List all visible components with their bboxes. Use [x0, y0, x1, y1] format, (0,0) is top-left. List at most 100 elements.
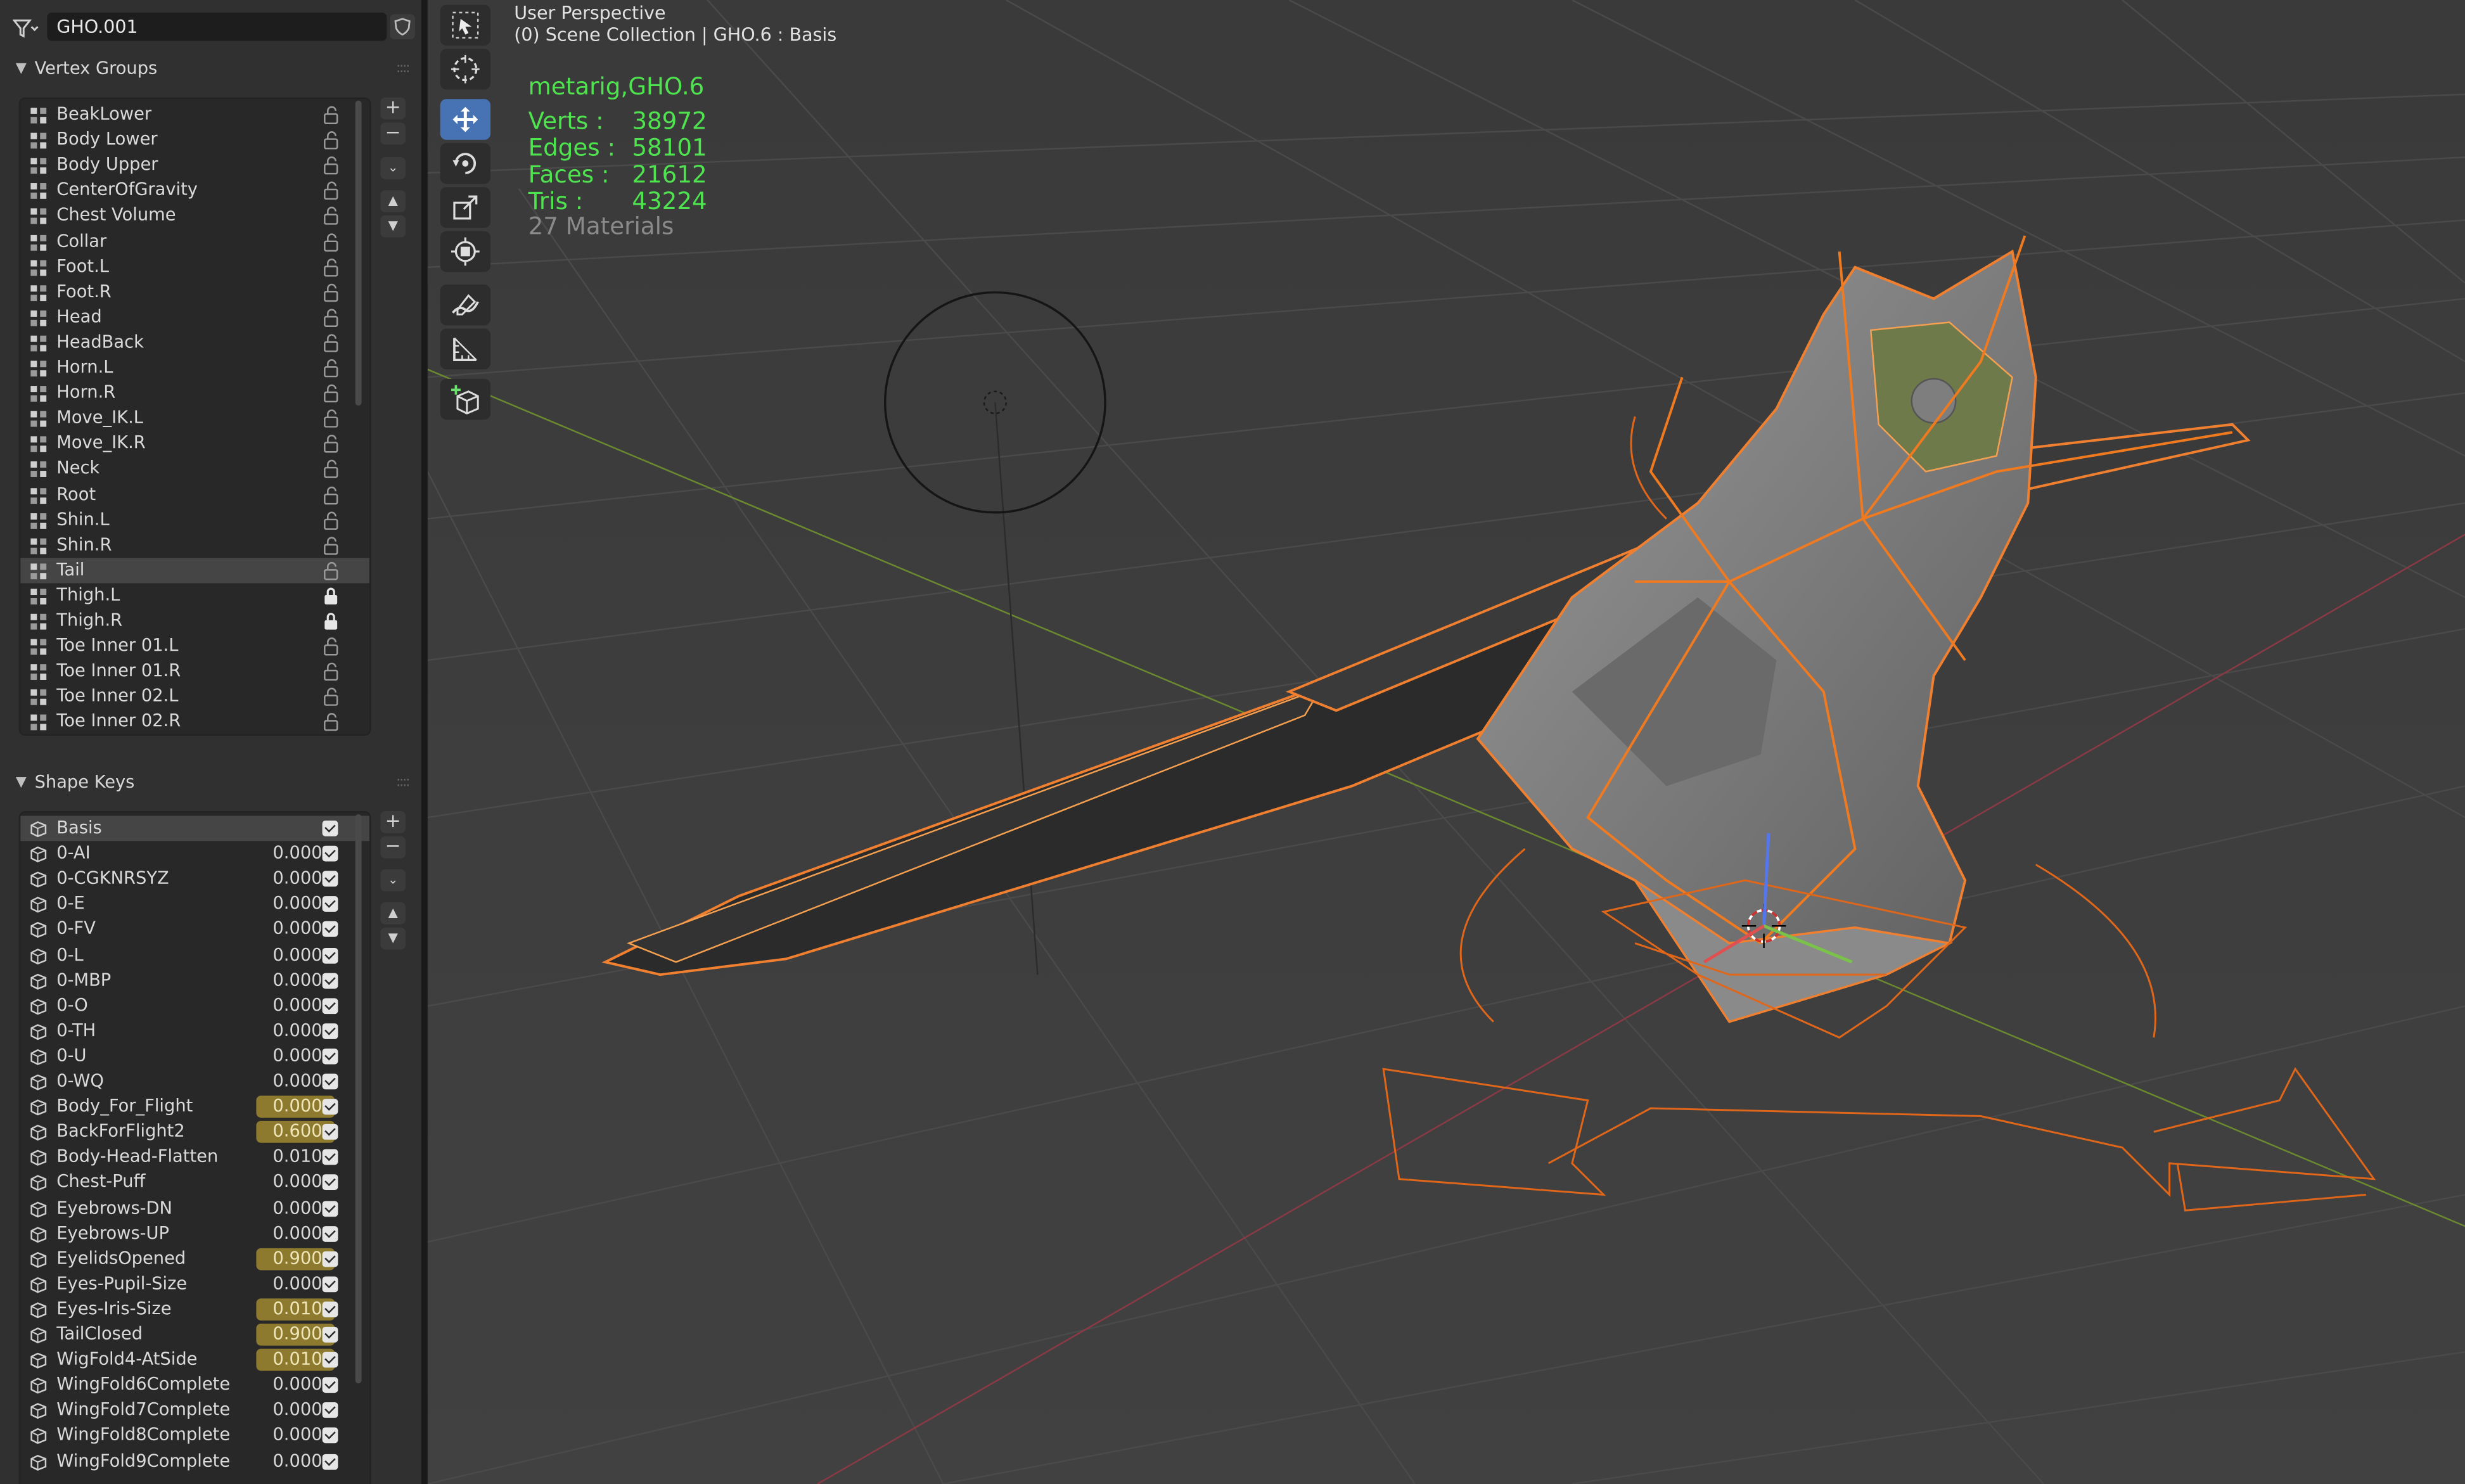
lock-open-icon[interactable]	[323, 561, 340, 580]
transform-tool[interactable]	[440, 231, 491, 272]
shape-key-enabled-checkbox[interactable]	[322, 1276, 338, 1292]
move-tool[interactable]	[440, 99, 491, 140]
vertex-group-row[interactable]: Chest Volume	[20, 203, 369, 229]
fake-user-button[interactable]	[390, 14, 415, 40]
lock-open-icon[interactable]	[323, 232, 340, 251]
shape-keys-list[interactable]: Basis 0-AI 0.000 0-CGKNRSYZ 0.000 0-E 0.000 0-F…	[18, 811, 371, 1484]
shape-key-row[interactable]: Eyes-Iris-Size 0.010	[20, 1296, 369, 1322]
drag-grip-icon[interactable]: ::::	[396, 767, 411, 799]
lock-closed-icon[interactable]	[323, 611, 340, 630]
vertex-groups-header[interactable]: ▼ Vertex Groups ::::	[0, 53, 421, 85]
shape-key-enabled-checkbox[interactable]	[322, 1453, 338, 1469]
shape-key-enabled-checkbox[interactable]	[322, 1099, 338, 1115]
lock-open-icon[interactable]	[323, 510, 340, 530]
shape-key-row[interactable]: Eyes-Pupil-Size 0.000	[20, 1272, 369, 1297]
move-vertex-group-down-button[interactable]: ▼	[380, 215, 406, 238]
shape-key-enabled-checkbox[interactable]	[322, 947, 338, 963]
shape-key-enabled-checkbox[interactable]	[322, 1301, 338, 1317]
shape-key-enabled-checkbox[interactable]	[322, 997, 338, 1014]
shape-key-row[interactable]: WingFold6Complete 0.000	[20, 1372, 369, 1398]
shape-key-row[interactable]: Body_For_Flight 0.000	[20, 1094, 369, 1120]
lock-open-icon[interactable]	[323, 181, 340, 200]
vertex-group-row[interactable]: Thigh.L	[20, 583, 369, 608]
remove-vertex-group-button[interactable]: −	[380, 122, 406, 145]
add-vertex-group-button[interactable]: +	[380, 97, 406, 120]
shape-key-enabled-checkbox[interactable]	[322, 1149, 338, 1166]
vertex-group-row[interactable]: HeadBack	[20, 330, 369, 355]
shape-key-row[interactable]: 0-E 0.000	[20, 892, 369, 917]
3d-viewport[interactable]	[427, 0, 2465, 1484]
shape-key-enabled-checkbox[interactable]	[322, 1200, 338, 1216]
shape-key-enabled-checkbox[interactable]	[322, 821, 338, 836]
remove-shape-key-button[interactable]: −	[380, 836, 406, 859]
vertex-group-row[interactable]: Foot.L	[20, 254, 369, 279]
scale-tool[interactable]	[440, 187, 491, 228]
vertex-group-row[interactable]: Move_IK.L	[20, 406, 369, 432]
lock-open-icon[interactable]	[323, 535, 340, 554]
add-shape-key-button[interactable]: +	[380, 810, 406, 833]
lock-open-icon[interactable]	[323, 459, 340, 479]
lock-open-icon[interactable]	[323, 308, 340, 327]
lock-open-icon[interactable]	[323, 485, 340, 504]
vertex-group-specials-button[interactable]: ⌄	[380, 157, 406, 179]
shape-key-row[interactable]: 0-AI 0.000	[20, 841, 369, 867]
lock-open-icon[interactable]	[323, 257, 340, 276]
vertex-group-row[interactable]: Thigh.R	[20, 608, 369, 634]
lock-open-icon[interactable]	[323, 384, 340, 403]
shape-key-enabled-checkbox[interactable]	[322, 972, 338, 988]
object-name-field[interactable]: GHO.001	[47, 12, 387, 41]
shape-key-enabled-checkbox[interactable]	[322, 1175, 338, 1191]
shape-key-enabled-checkbox[interactable]	[322, 1073, 338, 1090]
lock-open-icon[interactable]	[323, 333, 340, 352]
vertex-group-row[interactable]: Horn.L	[20, 355, 369, 381]
lock-open-icon[interactable]	[323, 409, 340, 428]
lock-open-icon[interactable]	[323, 283, 340, 302]
vertex-group-row[interactable]: Body Lower	[20, 127, 369, 153]
select-box-tool[interactable]	[440, 4, 491, 46]
shape-key-row[interactable]: 0-U 0.000	[20, 1044, 369, 1069]
lock-closed-icon[interactable]	[323, 586, 340, 605]
measure-tool[interactable]	[440, 328, 491, 370]
shape-key-row[interactable]: EyelidsOpened 0.900	[20, 1246, 369, 1272]
shape-key-specials-button[interactable]: ⌄	[380, 869, 406, 892]
vertex-group-row[interactable]: Shin.L	[20, 507, 369, 532]
move-shape-key-up-button[interactable]: ▲	[380, 902, 406, 924]
shape-key-enabled-checkbox[interactable]	[322, 1124, 338, 1141]
vertex-group-row[interactable]: Toe Inner 01.L	[20, 634, 369, 659]
shape-key-enabled-checkbox[interactable]	[322, 845, 338, 862]
move-shape-key-down-button[interactable]: ▼	[380, 927, 406, 950]
shape-key-enabled-checkbox[interactable]	[322, 1251, 338, 1267]
shape-key-enabled-checkbox[interactable]	[322, 1225, 338, 1241]
shape-key-enabled-checkbox[interactable]	[322, 896, 338, 912]
vertex-group-row[interactable]: Toe Inner 02.L	[20, 684, 369, 710]
shape-key-row[interactable]: Eyebrows-DN 0.000	[20, 1196, 369, 1221]
vertex-group-row[interactable]: Head	[20, 305, 369, 330]
vertex-group-row[interactable]: CenterOfGravity	[20, 178, 369, 203]
shape-key-enabled-checkbox[interactable]	[322, 871, 338, 887]
lock-open-icon[interactable]	[323, 156, 340, 175]
vertex-group-row[interactable]: Body Upper	[20, 153, 369, 178]
area-divider[interactable]	[421, 0, 428, 1484]
vertex-group-row[interactable]: Horn.R	[20, 381, 369, 406]
shape-key-enabled-checkbox[interactable]	[322, 1048, 338, 1065]
shape-key-row[interactable]: Chest-Puff 0.000	[20, 1170, 369, 1196]
shape-key-row[interactable]: BackForFlight2 0.600	[20, 1120, 369, 1145]
move-vertex-group-up-button[interactable]: ▲	[380, 190, 406, 212]
lock-open-icon[interactable]	[323, 688, 340, 707]
shape-key-row[interactable]: Basis	[20, 816, 370, 841]
vertex-group-row[interactable]: Toe Inner 01.R	[20, 659, 369, 684]
shape-key-enabled-checkbox[interactable]	[322, 1377, 338, 1393]
shape-key-row[interactable]: 0-WQ 0.000	[20, 1069, 369, 1094]
shape-key-enabled-checkbox[interactable]	[322, 1352, 338, 1368]
shape-key-row[interactable]: Eyebrows-UP 0.000	[20, 1221, 369, 1246]
shape-key-row[interactable]: 0-TH 0.000	[20, 1018, 369, 1044]
vertex-groups-scrollbar[interactable]	[355, 100, 362, 406]
lock-open-icon[interactable]	[323, 662, 340, 681]
add-cube-tool[interactable]	[440, 378, 491, 420]
vertex-group-row[interactable]: Toe Inner 02.R	[20, 710, 369, 734]
shape-key-enabled-checkbox[interactable]	[322, 1428, 338, 1444]
cursor-tool[interactable]	[440, 48, 491, 90]
lock-open-icon[interactable]	[323, 713, 340, 732]
vertex-group-row[interactable]: Move_IK.R	[20, 432, 369, 457]
shape-key-enabled-checkbox[interactable]	[322, 1023, 338, 1039]
